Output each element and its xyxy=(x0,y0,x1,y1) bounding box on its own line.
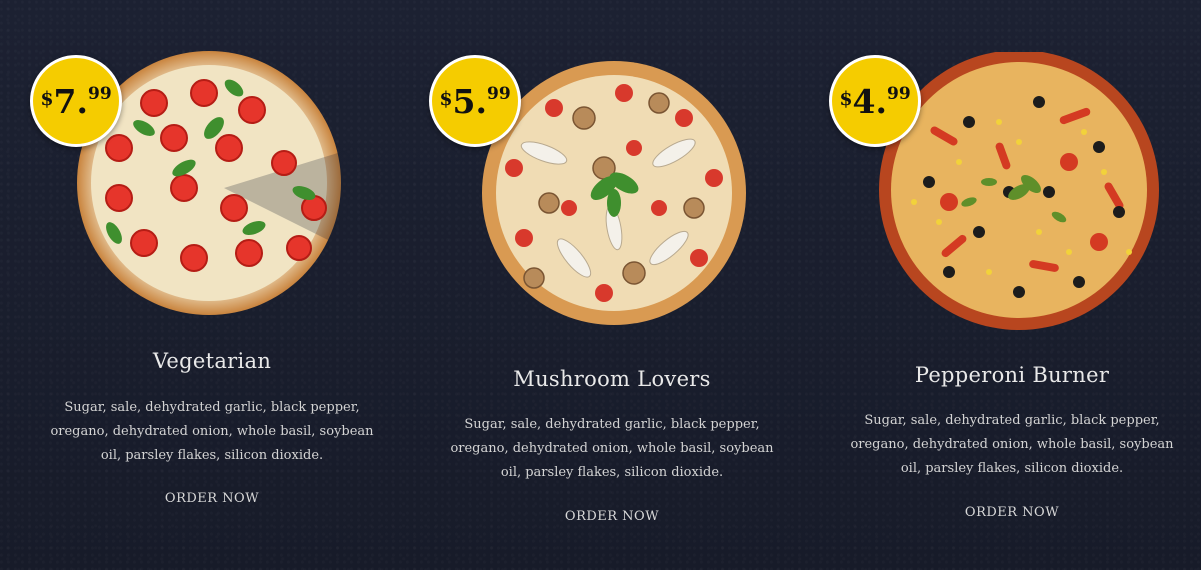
item-title: Mushroom Lovers xyxy=(513,367,711,391)
item-description: Sugar, sale, dehydrated garlic, black pe… xyxy=(450,417,774,480)
price-badge: $ 5 . 99 xyxy=(429,55,521,147)
pizza-menu: $ 7 . 99 Vegetarian Sugar, sale, dehydra… xyxy=(0,0,1201,570)
order-now-button[interactable]: ORDER NOW xyxy=(412,509,812,524)
price-cents: 99 xyxy=(887,84,911,104)
price-dot: . xyxy=(875,81,888,121)
menu-card-pepperoni-burner: $ 4 . 99 Pepperoni Burner Sugar, sale, d… xyxy=(812,0,1201,570)
price-currency: $ xyxy=(40,88,54,110)
price-badge: $ 4 . 99 xyxy=(829,55,921,147)
price-whole: 4 xyxy=(852,81,876,121)
price-currency: $ xyxy=(439,88,453,110)
price-cents: 99 xyxy=(88,84,112,104)
price-badge: $ 7 . 99 xyxy=(30,55,122,147)
item-description: Sugar, sale, dehydrated garlic, black pe… xyxy=(850,413,1174,476)
order-now-button[interactable]: ORDER NOW xyxy=(12,491,412,506)
price-dot: . xyxy=(475,81,488,121)
price-whole: 7 xyxy=(53,81,77,121)
item-description: Sugar, sale, dehydrated garlic, black pe… xyxy=(50,400,374,463)
price-cents: 99 xyxy=(487,84,511,104)
price-dot: . xyxy=(76,81,89,121)
order-now-button[interactable]: ORDER NOW xyxy=(812,505,1201,520)
menu-card-mushroom-lovers: $ 5 . 99 Mushroom Lovers Sugar, sale, de… xyxy=(412,0,812,570)
menu-card-vegetarian: $ 7 . 99 Vegetarian Sugar, sale, dehydra… xyxy=(12,0,412,570)
price-currency: $ xyxy=(839,88,853,110)
item-title: Vegetarian xyxy=(152,349,272,373)
item-title: Pepperoni Burner xyxy=(914,363,1110,387)
price-whole: 5 xyxy=(452,81,476,121)
